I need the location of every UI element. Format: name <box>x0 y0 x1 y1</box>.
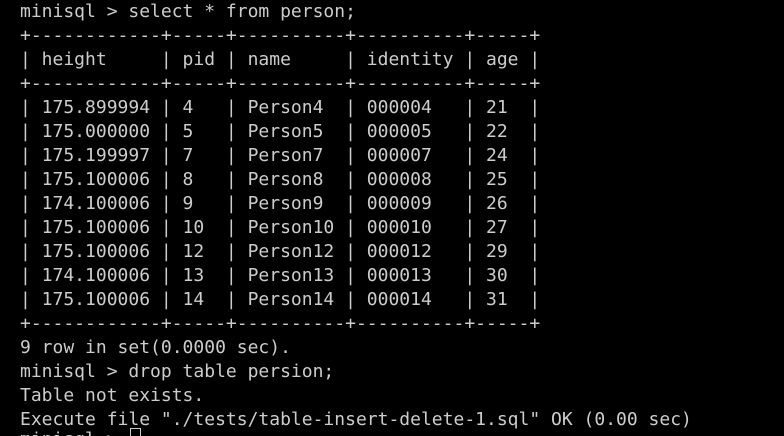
terminal-prompt[interactable]: minisql > <box>20 428 128 436</box>
table-header-row: | height | pid | name | identity | age | <box>20 49 541 70</box>
table-row: | 175.100006 | 14 | Person14 | 000014 | … <box>20 289 541 310</box>
table-border-top: +------------+-----+----------+---------… <box>20 25 541 46</box>
error-message: Table not exists. <box>20 385 205 406</box>
table-row: | 175.100006 | 8 | Person8 | 000008 | 25… <box>20 169 541 190</box>
table-row: | 175.000000 | 5 | Person5 | 000005 | 22… <box>20 121 541 142</box>
table-row: | 174.100006 | 9 | Person9 | 000009 | 26… <box>20 193 541 214</box>
text-cursor <box>130 428 141 436</box>
terminal-line-command-select: minisql > select * from person; <box>20 1 356 22</box>
table-row: | 175.899994 | 4 | Person4 | 000004 | 21… <box>20 97 541 118</box>
terminal-line-command-drop: minisql > drop table persion; <box>20 361 335 382</box>
table-row: | 175.199997 | 7 | Person7 | 000007 | 24… <box>20 145 541 166</box>
table-row: | 175.100006 | 10 | Person10 | 000010 | … <box>20 217 541 238</box>
terminal-window[interactable]: minisql > select * from person; +-------… <box>0 0 784 436</box>
table-row: | 174.100006 | 13 | Person13 | 000013 | … <box>20 265 541 286</box>
table-border-bottom: +------------+-----+----------+---------… <box>20 313 541 334</box>
table-border-header: +------------+-----+----------+---------… <box>20 73 541 94</box>
table-row: | 175.100006 | 12 | Person12 | 000012 | … <box>20 241 541 262</box>
result-summary: 9 row in set(0.0000 sec). <box>20 337 291 358</box>
